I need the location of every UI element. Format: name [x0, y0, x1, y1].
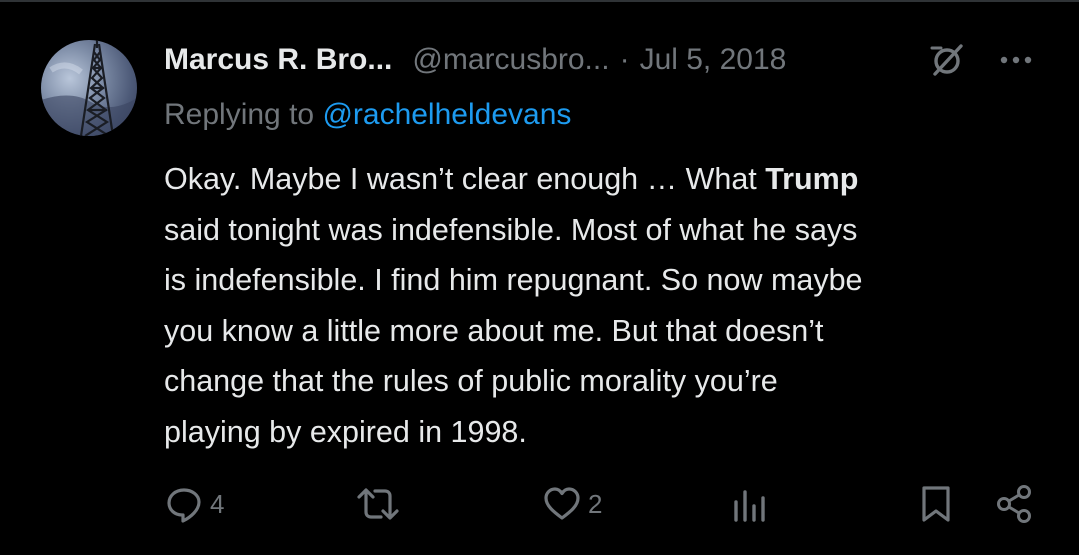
tweet-text-line: playing by expired in 1998. [164, 414, 527, 449]
retweet-icon [357, 488, 399, 520]
text-segment: Okay. Maybe I wasn’t clear enough … What [164, 162, 766, 196]
avatar[interactable] [41, 40, 137, 136]
reply-count: 4 [210, 488, 225, 519]
views-button[interactable] [730, 484, 776, 524]
share-icon [997, 485, 1031, 523]
bookmark-icon [922, 486, 950, 522]
tweet-text-line: Okay. Maybe I wasn’t clear enough … What… [164, 154, 1044, 205]
tweet-text-line: is indefensible. I find him repugnant. S… [164, 263, 863, 297]
no-edit-icon[interactable] [927, 40, 967, 80]
tweet-header: Marcus R. Bro... @marcusbro... · Jul 5, … [164, 38, 786, 82]
more-icon[interactable] [996, 50, 1036, 70]
reply-icon [167, 488, 201, 523]
share-button[interactable] [994, 484, 1034, 524]
retweet-button[interactable] [356, 484, 406, 524]
like-button[interactable]: 2 [542, 484, 602, 524]
tweet-text: Okay. Maybe I wasn’t clear enough … What… [164, 154, 1044, 457]
separator-dot: · [619, 43, 630, 76]
top-divider [0, 0, 1079, 2]
tweet-text-line: you know a little more about me. But tha… [164, 313, 824, 348]
tweet-text-line: said tonight was indefensible. Most of w… [164, 212, 858, 247]
author-handle[interactable]: @marcusbro... [412, 43, 609, 77]
replying-to: Replying to @rachelheldevans [164, 98, 571, 132]
author-name[interactable]: Marcus R. Bro... [164, 43, 392, 77]
replying-mention[interactable]: @rachelheldevans [322, 98, 571, 131]
like-count: 2 [588, 488, 603, 519]
tweet-date[interactable]: Jul 5, 2018 [640, 43, 787, 77]
views-icon [734, 490, 765, 522]
text-bold-segment: Trump [765, 162, 859, 196]
radio-tower-image [41, 40, 137, 136]
like-icon [544, 487, 580, 520]
bookmark-button[interactable] [916, 484, 956, 524]
tweet-text-line: change that the rules of public morality… [164, 364, 778, 398]
reply-button[interactable]: 4 [164, 484, 224, 524]
replying-prefix: Replying to [164, 98, 315, 131]
